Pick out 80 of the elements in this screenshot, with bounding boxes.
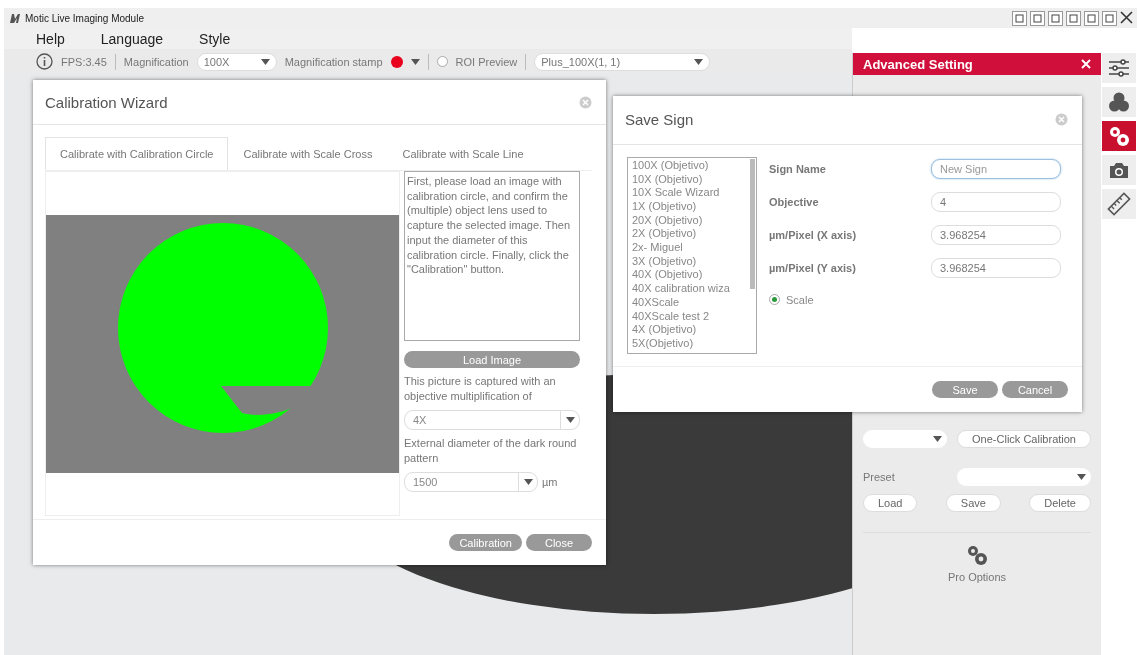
objective-dropdown[interactable]: 4X bbox=[404, 410, 580, 430]
roi-preview-label: ROI Preview bbox=[455, 55, 518, 68]
input-field[interactable]: 4 bbox=[931, 191, 1061, 212]
caret-icon bbox=[933, 436, 942, 442]
info-icon[interactable] bbox=[36, 53, 53, 70]
input-field[interactable]: 3.968254 bbox=[931, 257, 1061, 278]
list-item[interactable]: 100X (Objetivo) bbox=[632, 158, 752, 173]
list-item[interactable]: 10X Scale Wizard bbox=[632, 186, 752, 200]
pro-options-label[interactable]: Pro Options bbox=[947, 571, 1007, 583]
input-field[interactable]: 3.968254 bbox=[931, 224, 1061, 245]
dialog-button[interactable]: Close bbox=[526, 534, 592, 551]
colors-icon bbox=[1107, 90, 1131, 114]
scale-radio[interactable] bbox=[769, 294, 780, 306]
menu-item[interactable]: Language bbox=[100, 30, 164, 47]
fps-readout: FPS:3.45 bbox=[61, 55, 107, 68]
caret-icon bbox=[565, 417, 575, 423]
list-item[interactable]: 40X (Objetivo) bbox=[632, 268, 752, 283]
caret-icon bbox=[523, 479, 533, 485]
preset-action-button[interactable]: Save bbox=[945, 494, 1001, 512]
caret-icon bbox=[1077, 474, 1086, 480]
wizard-tab[interactable]: Calibrate with Calibration Circle bbox=[45, 137, 229, 170]
diameter-label: External diameter of the dark round pattern bbox=[404, 436, 578, 466]
dialog-button[interactable]: Save bbox=[932, 381, 998, 398]
objective-label: This picture is captured with an objective multiplification of bbox=[404, 374, 557, 404]
scrollbar[interactable] bbox=[750, 158, 755, 289]
load-image-button[interactable]: Load Image bbox=[404, 351, 580, 368]
caret-icon bbox=[694, 58, 704, 65]
field-label: Sign Name bbox=[769, 161, 827, 177]
list-item[interactable]: 2x- Miguel bbox=[632, 241, 752, 255]
side-tab[interactable] bbox=[1102, 53, 1136, 83]
dialog-button[interactable]: Calibration bbox=[449, 534, 522, 551]
side-tab[interactable] bbox=[1102, 121, 1136, 151]
scale-label: Scale bbox=[786, 293, 814, 306]
sliders-icon bbox=[1107, 56, 1131, 80]
one-click-calibration-button[interactable]: One-Click Calibration bbox=[957, 430, 1091, 448]
magnification-dropdown[interactable]: 100X bbox=[196, 52, 277, 71]
list-item[interactable]: 10X (Objetivo) bbox=[632, 172, 752, 187]
panel-title: Advanced Setting bbox=[863, 56, 973, 72]
list-item[interactable]: 2X (Objetivo) bbox=[632, 227, 752, 242]
side-tab[interactable] bbox=[1102, 155, 1136, 185]
side-tab[interactable] bbox=[1102, 189, 1136, 219]
list-item[interactable]: 4X (Objetivo) bbox=[632, 323, 752, 337]
preset-action-button[interactable]: Load bbox=[863, 494, 918, 512]
close-icon[interactable] bbox=[1120, 10, 1133, 24]
window-title: Motic Live Imaging Module bbox=[25, 12, 144, 24]
roi-preview-radio[interactable] bbox=[436, 56, 448, 67]
wizard-tab[interactable]: Calibrate with Scale Cross bbox=[228, 137, 388, 170]
input-field[interactable]: New Sign bbox=[931, 158, 1061, 179]
caret-icon bbox=[410, 58, 420, 65]
magnification-stamp-label: Magnification stamp bbox=[284, 55, 383, 68]
caret-icon bbox=[260, 58, 270, 65]
magnification-label: Magnification bbox=[123, 55, 189, 68]
field-label: µm/Pixel (X axis) bbox=[769, 227, 858, 243]
list-item[interactable]: 40XScale bbox=[632, 295, 752, 310]
preset-action-button[interactable]: Delete bbox=[1029, 494, 1091, 512]
list-item[interactable]: 3X (Objetivo) bbox=[632, 254, 752, 269]
stamp-color-dot[interactable] bbox=[390, 55, 403, 68]
field-label: Objective bbox=[769, 194, 820, 210]
dialog-title: Calibration Wizard bbox=[45, 93, 168, 111]
wizard-tab[interactable]: Calibrate with Scale Line bbox=[387, 137, 539, 170]
list-item[interactable]: 1X (Objetivo) bbox=[632, 199, 752, 214]
app-logo-icon bbox=[10, 13, 20, 23]
preset-label: Preset bbox=[863, 471, 895, 483]
instructions-text: First, please load an image with calibration circle, and confirm the (multiple) object lens used to capture the selected image. Then input the diameter of this calibration circle. Finally, click the "Calibration" button. bbox=[404, 171, 580, 341]
diameter-dropdown[interactable]: 1500 bbox=[404, 472, 538, 492]
list-item[interactable]: 40XScale test 2 bbox=[632, 309, 752, 324]
dialog-button[interactable]: Cancel bbox=[1002, 381, 1068, 398]
dialog-title: Save Sign bbox=[625, 111, 694, 129]
list-item[interactable]: 40X calibration wiza bbox=[632, 282, 752, 296]
menu-item[interactable]: Help bbox=[36, 30, 65, 47]
side-tab[interactable] bbox=[1102, 87, 1136, 117]
unit-label: µm bbox=[542, 476, 558, 488]
field-label: µm/Pixel (Y axis) bbox=[769, 260, 857, 276]
menu-item[interactable]: Style bbox=[199, 30, 231, 47]
list-item[interactable]: 20X (Objetivo) bbox=[632, 213, 752, 228]
gears-icon[interactable] bbox=[965, 543, 989, 567]
list-item[interactable]: 5X(Objetivo) bbox=[632, 336, 752, 351]
gears-icon bbox=[1107, 124, 1131, 148]
ruler-icon bbox=[1107, 192, 1131, 216]
preset-dropdown[interactable]: Plus_100X(1, 1) bbox=[534, 52, 711, 71]
